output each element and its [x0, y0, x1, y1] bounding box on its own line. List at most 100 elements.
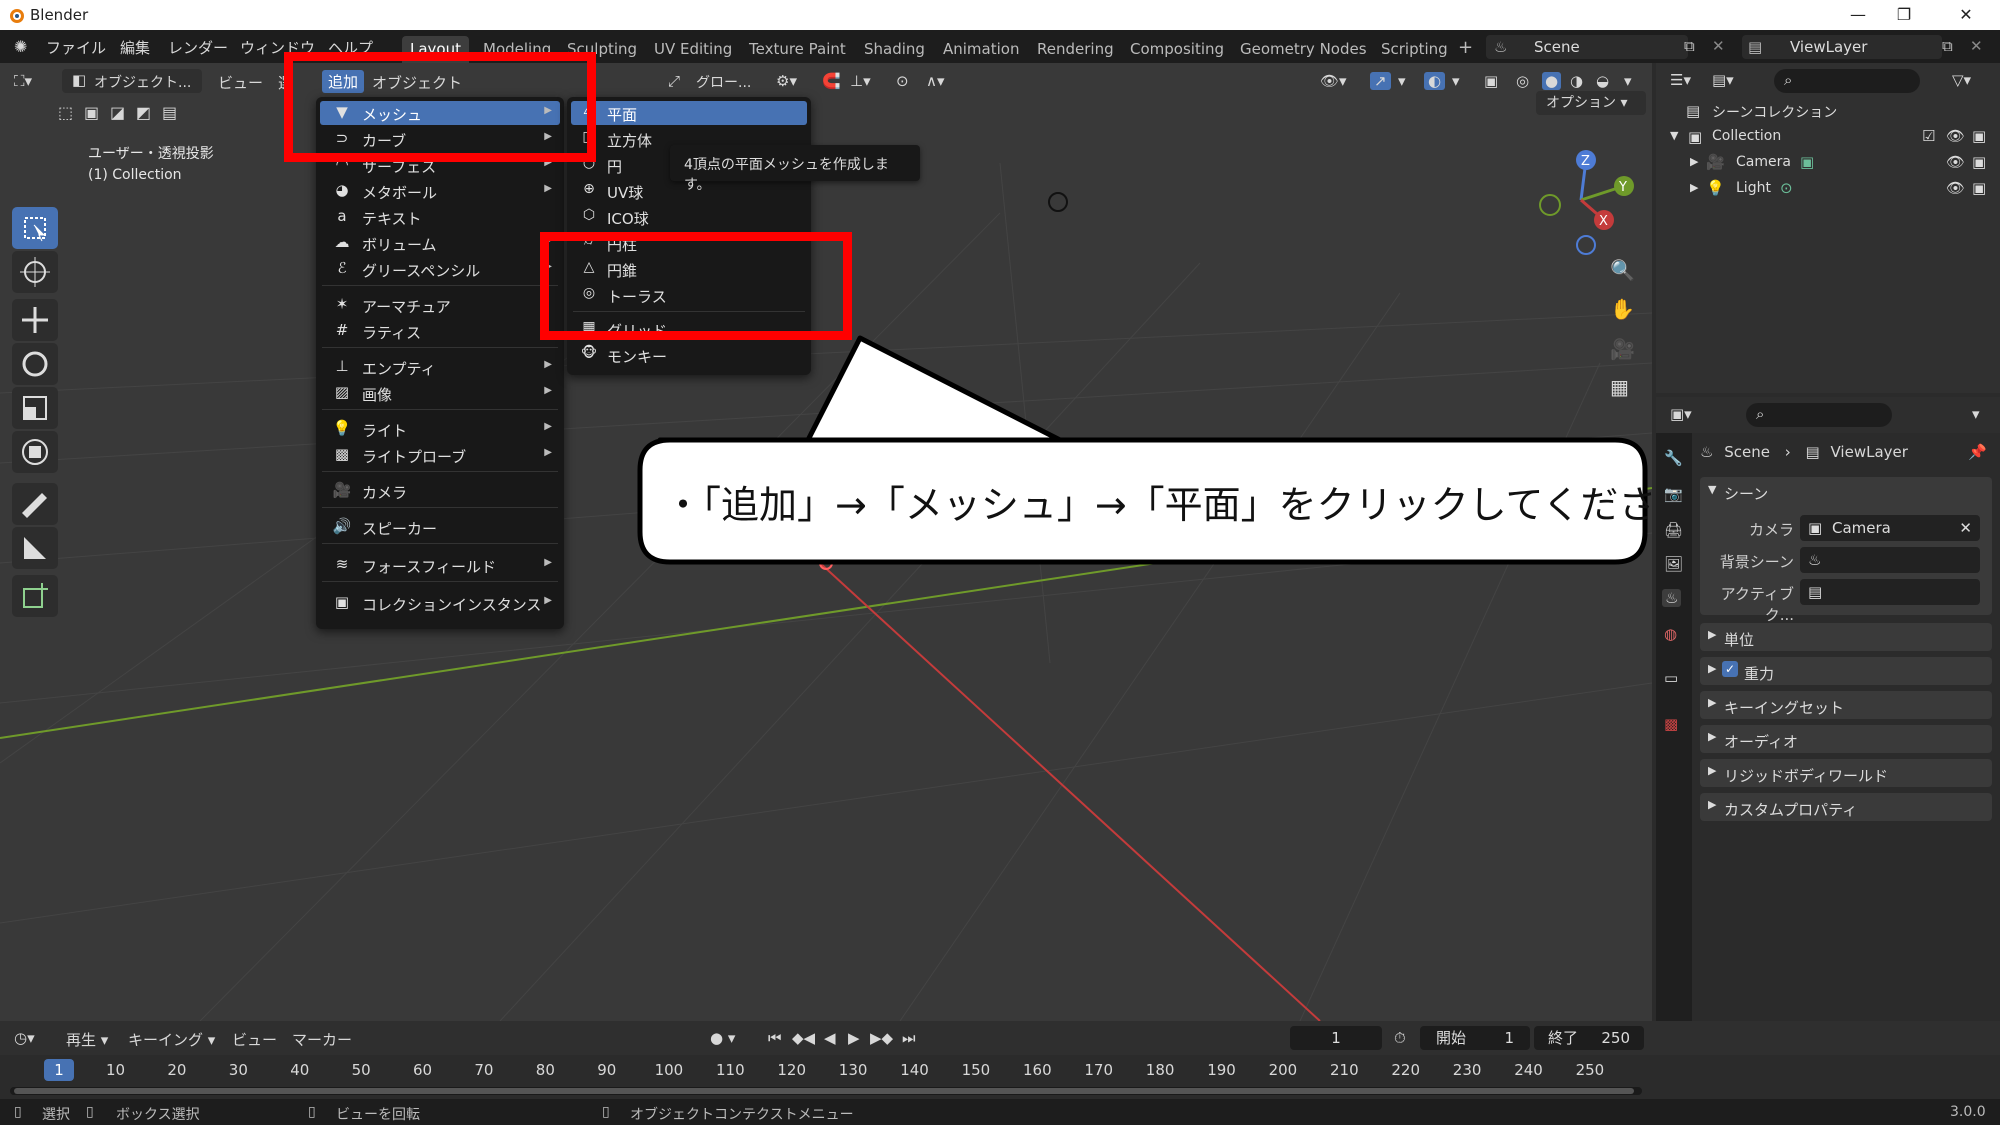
timeline-scrollbar-thumb[interactable]: [14, 1088, 1634, 1094]
status-rotate-view: ビューを回転: [336, 1107, 420, 1123]
editor-type-icon[interactable]: ☰▾: [1670, 71, 1691, 89]
output-tab-icon[interactable]: 🖨: [1664, 521, 1683, 539]
outliner-row-scene-collection[interactable]: ▤ シーンコレクション: [1656, 99, 2000, 125]
timeline-tick-label: 30: [228, 1061, 248, 1079]
timeline-tick-label: 190: [1207, 1061, 1236, 1079]
play-reverse-icon[interactable]: ◀: [824, 1029, 836, 1047]
expand-arrow-icon[interactable]: ▼: [1670, 129, 1678, 142]
scene-icon: ♨: [1808, 551, 1822, 569]
playhead-frame-indicator[interactable]: 1: [44, 1059, 74, 1081]
timeline-tick-label: 150: [961, 1061, 991, 1079]
panel-units[interactable]: ▶ 単位: [1700, 623, 1992, 651]
timeline-tick-label: 180: [1145, 1061, 1175, 1079]
editor-type-icon[interactable]: ▣▾: [1670, 405, 1692, 423]
play-icon[interactable]: ▶: [848, 1029, 860, 1047]
menu-playback[interactable]: 再生 ▾: [66, 1029, 108, 1050]
timeline-tick-label: 140: [900, 1061, 929, 1079]
scene-collection-icon: ▤: [1686, 102, 1701, 120]
panel-custom-properties[interactable]: ▶ カスタムプロパティ: [1700, 793, 1992, 821]
timeline-tick-label: 110: [716, 1061, 745, 1079]
panel-keying-sets[interactable]: ▶ キーイングセット: [1700, 691, 1992, 719]
start-frame-field[interactable]: 開始 1: [1420, 1026, 1530, 1050]
properties-tabs: 🔧 📷 🖨 🖼 ♨ ◍ ▭ ▩: [1656, 433, 1692, 1099]
filter-icon[interactable]: ▽▾: [1952, 71, 1971, 89]
expand-arrow-icon[interactable]: ▶: [1690, 181, 1698, 194]
timeline-tick-label: 170: [1084, 1061, 1114, 1079]
panel-options-icon[interactable]: ▾: [1972, 405, 1980, 423]
properties-search-input[interactable]: ⌕: [1746, 403, 1892, 427]
expand-arrow-icon: ▶: [1708, 730, 1717, 743]
display-mode-icon[interactable]: ▤▾: [1712, 71, 1734, 89]
render-camera-icon[interactable]: ▣: [1972, 153, 1986, 171]
menu-keying[interactable]: キーイング ▾: [128, 1029, 215, 1050]
camera-field[interactable]: ▣ Camera ✕: [1800, 515, 1980, 541]
preview-range-icon[interactable]: ⏱: [1394, 1029, 1406, 1047]
pin-icon[interactable]: 📌: [1968, 443, 1987, 461]
panel-scene: ▼ シーン カメラ ▣ Camera ✕ 背景シーン ♨ アクティブク... ▤: [1700, 477, 1992, 624]
outliner-search-input[interactable]: ⌕: [1774, 69, 1920, 93]
search-icon: ⌕: [1756, 405, 1765, 423]
scene-tab-icon[interactable]: ♨: [1662, 589, 1682, 607]
collapse-arrow-icon[interactable]: ▼: [1708, 483, 1716, 496]
prev-keyframe-icon[interactable]: ◆◀: [792, 1029, 815, 1047]
jump-end-icon[interactable]: ⏭: [902, 1029, 916, 1047]
eye-icon[interactable]: 👁: [1946, 153, 1965, 171]
end-frame-field[interactable]: 終了 250: [1534, 1026, 1644, 1050]
record-icon[interactable]: ● ▾: [710, 1029, 735, 1047]
menu-view[interactable]: ビュー: [232, 1029, 277, 1050]
panel-title: カスタムプロパティ: [1724, 801, 1858, 819]
background-scene-field[interactable]: ♨: [1800, 547, 1980, 573]
outliner-header: ☰▾ ▤▾ ⌕ ▽▾: [1656, 63, 2000, 99]
properties-breadcrumb: ♨ Scene › ▤ ViewLayer: [1700, 443, 1908, 461]
timeline-tick-label: 250: [1575, 1061, 1605, 1079]
collection-tab-icon[interactable]: ▭: [1664, 669, 1678, 687]
timeline-tick-label: 120: [777, 1061, 807, 1079]
status-box-select: ボックス選択: [116, 1107, 200, 1123]
panel-title: 重力: [1744, 665, 1775, 683]
light-data-icon: ⊙: [1780, 179, 1793, 197]
render-tab-icon[interactable]: 📷: [1664, 485, 1683, 503]
outliner-row-label: Camera: [1736, 154, 1791, 170]
outliner-row-collection[interactable]: ▼ ▣ Collection ☑ 👁 ▣: [1656, 125, 2000, 151]
clear-field-icon[interactable]: ✕: [1959, 515, 1972, 541]
expand-arrow-icon: ▶: [1708, 764, 1717, 777]
outliner-row-light[interactable]: ▶ 💡 Light ⊙ 👁 ▣: [1656, 177, 2000, 203]
timeline-scrollbar[interactable]: [10, 1087, 1642, 1095]
menu-label: キーイング: [128, 1031, 204, 1049]
gravity-checkbox[interactable]: ✓: [1722, 661, 1738, 677]
camera-object-icon: 🎥: [1706, 153, 1725, 171]
render-camera-icon[interactable]: ▣: [1972, 179, 1986, 197]
render-camera-icon[interactable]: ▣: [1972, 127, 1986, 145]
panel-rigid-body-world[interactable]: ▶ リジッドボディワールド: [1700, 759, 1992, 787]
expand-arrow-icon[interactable]: ▶: [1690, 155, 1698, 168]
jump-start-icon[interactable]: ⏮: [768, 1029, 782, 1047]
camera-data-icon: ▣: [1800, 153, 1815, 171]
outliner-row-camera[interactable]: ▶ 🎥 Camera ▣ 👁 ▣: [1656, 151, 2000, 177]
background-scene-label: 背景シーン: [1719, 553, 1794, 571]
eye-icon[interactable]: 👁: [1946, 127, 1965, 145]
end-frame-value: 250: [1601, 1029, 1630, 1047]
timeline-tick-label: 60: [413, 1061, 433, 1079]
tool-tab-icon[interactable]: 🔧: [1664, 449, 1683, 467]
next-keyframe-icon[interactable]: ▶◆: [870, 1029, 893, 1047]
panel-audio[interactable]: ▶ オーディオ: [1700, 725, 1992, 753]
eye-icon[interactable]: 👁: [1946, 179, 1965, 197]
panel-title: 単位: [1724, 631, 1755, 649]
mouse-middle-icon: ▯: [308, 1104, 316, 1120]
texture-tab-icon[interactable]: ▩: [1664, 715, 1678, 733]
editor-type-icon[interactable]: ◷▾: [14, 1029, 35, 1047]
start-frame-value: 1: [1504, 1029, 1514, 1047]
camera-field-value: Camera: [1832, 519, 1891, 537]
world-tab-icon[interactable]: ◍: [1664, 625, 1677, 643]
timeline-tick-label: 240: [1514, 1061, 1543, 1079]
checkbox-icon[interactable]: ☑: [1922, 127, 1935, 145]
mouse-left-icon: ▯: [14, 1104, 22, 1120]
panel-title: オーディオ: [1724, 733, 1798, 751]
current-frame-field[interactable]: 1: [1290, 1026, 1382, 1050]
menu-marker[interactable]: マーカー: [292, 1029, 352, 1050]
panel-gravity[interactable]: ▶ ✓ 重力: [1700, 657, 1992, 685]
view-layer-tab-icon[interactable]: 🖼: [1664, 555, 1683, 573]
timeline-tick-label: 160: [1023, 1061, 1052, 1079]
active-clip-field[interactable]: ▤: [1800, 579, 1980, 605]
panel-title: キーイングセット: [1724, 699, 1845, 717]
